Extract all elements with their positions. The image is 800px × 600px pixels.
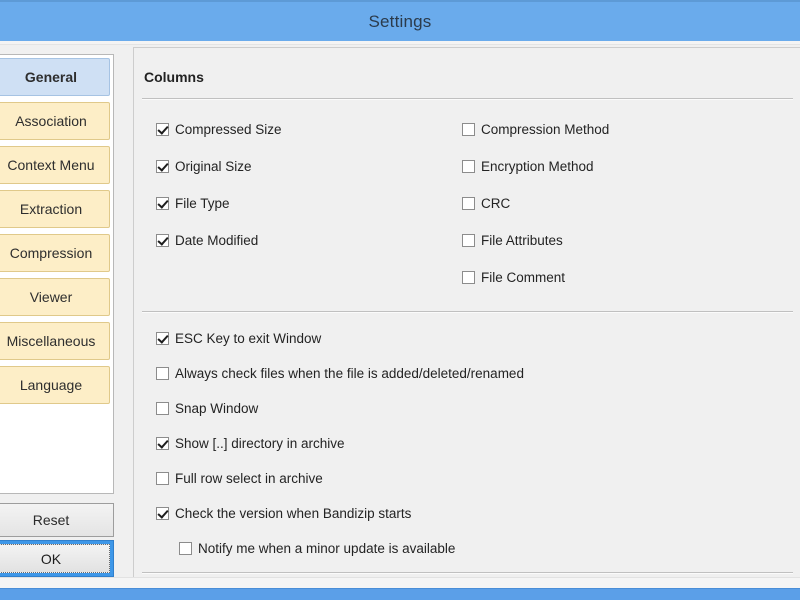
checkbox-row[interactable]: File Attributes (462, 233, 563, 248)
sidebar-item-label: Language (19, 377, 83, 393)
checkbox-label: Notify me when a minor update is availab… (198, 541, 456, 556)
checkbox-label: File Comment (481, 270, 566, 285)
bottom-gap (0, 577, 800, 588)
checkbox-unchecked-icon[interactable] (462, 271, 475, 284)
bottom-accent-strip (0, 588, 800, 600)
checkbox-label: Check the version when Bandizip starts (175, 506, 412, 521)
checkbox-row[interactable]: Date Modified (156, 233, 258, 248)
checkbox-unchecked-icon[interactable] (462, 197, 475, 210)
checkbox-label: Compressed Size (175, 122, 282, 137)
titlebar-underline (0, 41, 800, 45)
checkbox-checked-icon[interactable] (156, 197, 169, 210)
checkbox-row[interactable]: ESC Key to exit Window (156, 331, 321, 346)
sidebar-item-label: Viewer (29, 289, 73, 305)
checkbox-row[interactable]: Original Size (156, 159, 252, 174)
checkbox-checked-icon[interactable] (156, 437, 169, 450)
section-title-columns: Columns (144, 69, 204, 85)
checkbox-checked-icon[interactable] (156, 160, 169, 173)
sidebar-item-miscellaneous[interactable]: Miscellaneous (0, 322, 110, 360)
checkbox-checked-icon[interactable] (156, 234, 169, 247)
window-titlebar: Settings (0, 0, 800, 41)
checkbox-label: File Type (175, 196, 230, 211)
section-divider-bottom (142, 572, 793, 574)
sidebar-list: General Association Context Menu Extraction… (0, 58, 110, 410)
section-divider-top (142, 98, 793, 100)
checkbox-label: Original Size (175, 159, 252, 174)
ok-button[interactable]: OK (0, 544, 110, 573)
checkbox-unchecked-icon[interactable] (156, 367, 169, 380)
sidebar-panel: General Association Context Menu Extraction… (0, 54, 114, 494)
checkbox-unchecked-icon[interactable] (179, 542, 192, 555)
sidebar-item-association[interactable]: Association (0, 102, 110, 140)
checkbox-label: ESC Key to exit Window (175, 331, 322, 346)
sidebar-item-label: Compression (9, 245, 93, 261)
checkbox-row[interactable]: Notify me when a minor update is availab… (179, 541, 455, 556)
checkbox-label: Compression Method (481, 122, 610, 137)
checkbox-unchecked-icon[interactable] (156, 402, 169, 415)
sidebar-item-label: Context Menu (7, 157, 95, 173)
sidebar-item-viewer[interactable]: Viewer (0, 278, 110, 316)
sidebar-item-label: General (24, 69, 78, 85)
checkbox-label: Snap Window (175, 401, 259, 416)
checkbox-row[interactable]: File Comment (462, 270, 565, 285)
checkbox-row[interactable]: Compression Method (462, 122, 609, 137)
sidebar-item-language[interactable]: Language (0, 366, 110, 404)
checkbox-checked-icon[interactable] (156, 507, 169, 520)
checkbox-row[interactable]: Show [..] directory in archive (156, 436, 345, 451)
checkbox-label: Date Modified (175, 233, 259, 248)
checkbox-row[interactable]: Encryption Method (462, 159, 594, 174)
checkbox-row[interactable]: Snap Window (156, 401, 258, 416)
settings-window: Settings General Association Context Menu E… (0, 0, 800, 600)
sidebar-item-compression[interactable]: Compression (0, 234, 110, 272)
reset-button[interactable]: Reset (0, 503, 114, 537)
checkbox-label: CRC (481, 196, 511, 211)
checkbox-unchecked-icon[interactable] (156, 472, 169, 485)
ok-button-focus-ring: OK (0, 540, 114, 577)
sidebar-item-label: Miscellaneous (6, 333, 96, 349)
checkbox-row[interactable]: CRC (462, 196, 510, 211)
checkbox-row[interactable]: Always check files when the file is adde… (156, 366, 524, 381)
sidebar-item-context-menu[interactable]: Context Menu (0, 146, 110, 184)
checkbox-unchecked-icon[interactable] (462, 123, 475, 136)
checkbox-label: File Attributes (481, 233, 563, 248)
checkbox-unchecked-icon[interactable] (462, 234, 475, 247)
content-panel: Columns Compressed Size Original Size File… (133, 47, 800, 577)
reset-button-label: Reset (32, 512, 70, 528)
checkbox-label: Encryption Method (481, 159, 594, 174)
sidebar-item-general[interactable]: General (0, 58, 110, 96)
checkbox-checked-icon[interactable] (156, 123, 169, 136)
section-divider-middle (142, 311, 793, 313)
checkbox-row[interactable]: Compressed Size (156, 122, 282, 137)
checkbox-label: Always check files when the file is adde… (175, 366, 524, 381)
checkbox-row[interactable]: File Type (156, 196, 230, 211)
sidebar-item-extraction[interactable]: Extraction (0, 190, 110, 228)
sidebar-item-label: Extraction (19, 201, 83, 217)
checkbox-checked-icon[interactable] (156, 332, 169, 345)
checkbox-row[interactable]: Check the version when Bandizip starts (156, 506, 411, 521)
checkbox-unchecked-icon[interactable] (462, 160, 475, 173)
checkbox-label: Show [..] directory in archive (175, 436, 345, 451)
sidebar-item-label: Association (15, 113, 87, 129)
checkbox-label: Full row select in archive (175, 471, 323, 486)
window-title: Settings (368, 11, 432, 31)
checkbox-row[interactable]: Full row select in archive (156, 471, 323, 486)
ok-button-label: OK (40, 550, 62, 567)
